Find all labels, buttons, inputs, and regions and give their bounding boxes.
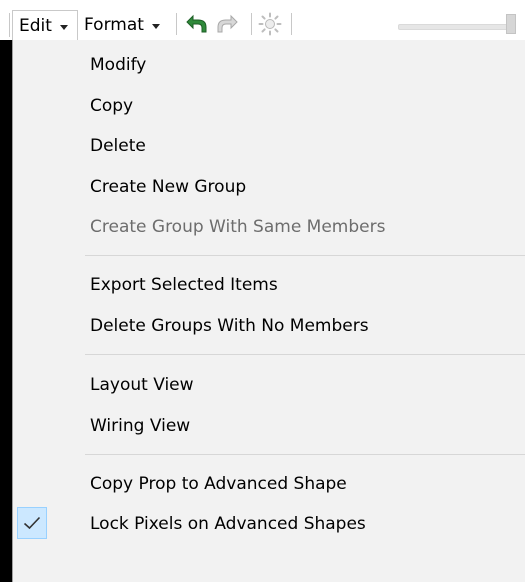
brightness-slider-thumb[interactable]: [506, 14, 516, 34]
edit-menu-label: Edit: [19, 16, 52, 36]
menu-item-label: Delete Groups With No Members: [90, 316, 369, 336]
undo-button[interactable]: [184, 12, 208, 36]
menu-separator: [85, 354, 525, 355]
menu-item-layout-view[interactable]: Layout View: [14, 365, 525, 405]
toolbar-separator: [291, 13, 292, 35]
menu-item-label: Export Selected Items: [90, 275, 278, 295]
menu-item-label: Create Group With Same Members: [90, 217, 386, 237]
menu-item-copy[interactable]: Copy: [14, 86, 525, 126]
menu-item-delete[interactable]: Delete: [14, 126, 525, 166]
menu-item-lock-pixels-on-advanced-shapes[interactable]: Lock Pixels on Advanced Shapes: [14, 504, 525, 544]
chevron-down-icon: [59, 24, 68, 30]
menu-item-label: Copy: [90, 96, 134, 116]
format-menu-button[interactable]: Format: [82, 10, 176, 40]
toolbar-separator: [251, 13, 252, 35]
format-menu-label: Format: [84, 15, 144, 35]
toolbar-separator: [176, 13, 177, 35]
brightness-button[interactable]: [258, 12, 282, 36]
menu-item-wiring-view[interactable]: Wiring View: [14, 406, 525, 446]
menu-item-label: Modify: [90, 55, 147, 75]
menu-item-label: Lock Pixels on Advanced Shapes: [90, 514, 366, 534]
undo-arrow-icon: [186, 14, 207, 33]
brightness-sun-icon: [258, 12, 282, 36]
redo-arrow-icon: [217, 14, 238, 33]
menu-separator: [85, 255, 525, 256]
checkmark-highlight: [17, 507, 47, 539]
redo-button[interactable]: [216, 12, 240, 36]
menu-item-label: Wiring View: [90, 416, 191, 436]
edit-dropdown-menu: Modify Copy Delete Create New Group Crea…: [12, 40, 525, 582]
checkmark-icon: [23, 516, 41, 530]
toolbar: Edit Format: [0, 0, 525, 41]
menu-item-label: Layout View: [90, 375, 194, 395]
menu-separator: [85, 454, 525, 455]
menu-item-delete-groups-with-no-members[interactable]: Delete Groups With No Members: [14, 306, 525, 346]
menu-item-label: Delete: [90, 136, 146, 156]
edit-menu-button[interactable]: Edit: [12, 10, 78, 41]
background-panel: [0, 40, 12, 582]
menu-item-label: Copy Prop to Advanced Shape: [90, 474, 347, 494]
menu-item-export-selected-items[interactable]: Export Selected Items: [14, 265, 525, 305]
menu-item-modify[interactable]: Modify: [14, 45, 525, 85]
toolbar-divider: [9, 13, 10, 37]
chevron-down-icon: [151, 23, 160, 29]
menu-item-copy-prop-to-advanced-shape[interactable]: Copy Prop to Advanced Shape: [14, 464, 525, 504]
brightness-slider-track[interactable]: [398, 24, 512, 30]
menu-item-label: Create New Group: [90, 177, 247, 197]
menu-item-create-new-group[interactable]: Create New Group: [14, 167, 525, 207]
menu-item-create-group-with-same-members: Create Group With Same Members: [14, 207, 525, 247]
